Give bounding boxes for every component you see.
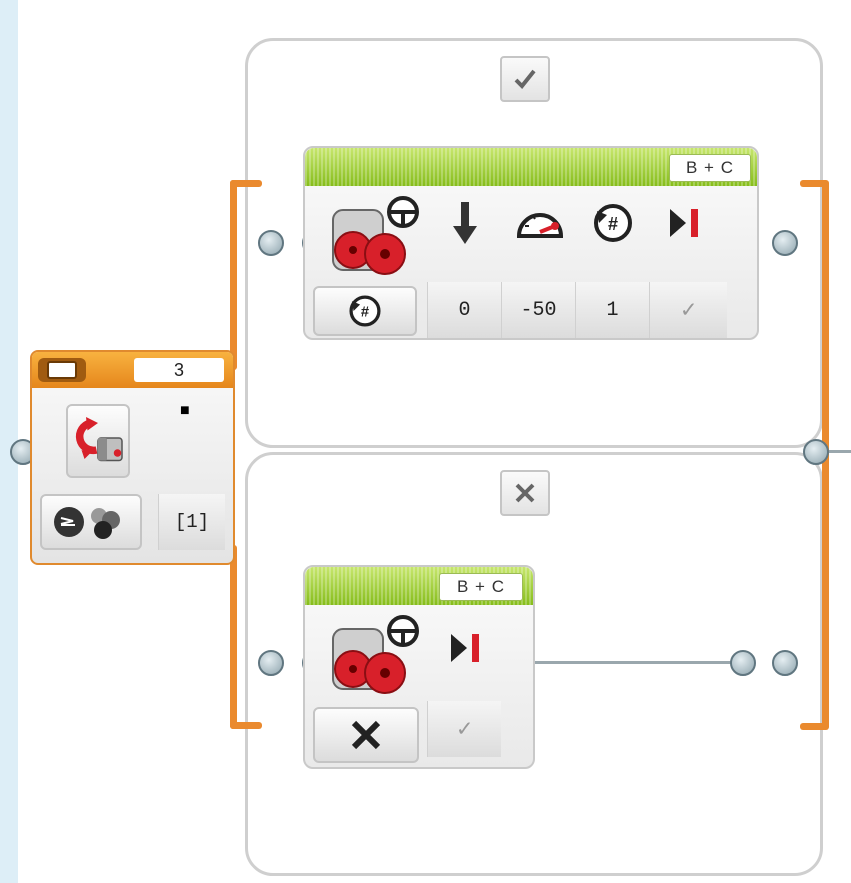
cross-icon xyxy=(515,483,535,503)
sequence-connector[interactable] xyxy=(258,230,284,256)
sequence-wire xyxy=(829,450,851,453)
switch-bracket-right-bottom-cap xyxy=(800,723,828,730)
port-selector[interactable]: B + C xyxy=(669,154,751,182)
speed-input[interactable] xyxy=(505,198,575,248)
port-value[interactable]: [1] xyxy=(158,494,225,550)
port-selector[interactable]: B + C xyxy=(439,573,523,601)
sequence-connector[interactable] xyxy=(772,230,798,256)
steering-value[interactable]: 0 xyxy=(427,282,501,338)
svg-text:#: # xyxy=(361,305,369,321)
switch-sensor-mode-button[interactable] xyxy=(66,404,130,478)
case-count-field[interactable]: 3 xyxy=(134,358,224,382)
case-tab-true[interactable] xyxy=(500,56,550,102)
switch-bracket-left-bottom-cap xyxy=(230,722,262,729)
case-tab-false[interactable] xyxy=(500,470,550,516)
motor-icon xyxy=(323,611,423,701)
brake-input[interactable] xyxy=(655,198,715,248)
rotations-value[interactable]: 1 xyxy=(575,282,649,338)
color-sensor-switch-icon xyxy=(75,417,123,462)
output-marker: ■ xyxy=(180,402,190,419)
switch-bracket-left-top-cap xyxy=(230,180,262,187)
steering-input[interactable] xyxy=(435,198,495,248)
sequence-connector[interactable] xyxy=(772,650,798,676)
compare-mode-button[interactable] xyxy=(40,494,142,550)
speed-value[interactable]: -50 xyxy=(501,282,575,338)
param-row: 0 -50 1 ✓ xyxy=(427,282,727,338)
switch-block[interactable]: 3 ■ [1] xyxy=(30,350,235,565)
switch-view-icon[interactable] xyxy=(38,358,86,382)
sequence-connector[interactable] xyxy=(730,650,756,676)
motor-icon xyxy=(323,192,423,282)
motor-mode-button[interactable] xyxy=(313,707,419,763)
rotations-icon: # xyxy=(594,204,632,242)
brake-icon xyxy=(670,209,698,237)
move-tank-block-false[interactable]: B + C ✓ xyxy=(303,565,535,769)
brake-value[interactable]: ✓ xyxy=(649,282,727,338)
brake-input[interactable] xyxy=(431,623,501,673)
switch-bracket-left-bottom xyxy=(230,545,237,729)
brake-icon xyxy=(451,634,479,662)
switch-bracket-right-top-cap xyxy=(800,180,828,187)
large-motors-icon xyxy=(332,615,419,694)
sequence-wire xyxy=(532,661,732,664)
rotations-icon: # xyxy=(349,295,381,327)
large-motors-icon xyxy=(332,196,419,275)
brake-value[interactable]: ✓ xyxy=(427,701,501,757)
sequence-connector[interactable] xyxy=(258,650,284,676)
motor-mode-button[interactable]: # xyxy=(313,286,417,336)
color-compare-icon xyxy=(54,507,120,539)
move-tank-block-true[interactable]: B + C # # 0 -50 1 ✓ xyxy=(303,146,759,340)
steering-arrow-icon xyxy=(453,202,477,244)
switch-bracket-left-top xyxy=(230,180,237,370)
speed-gauge-icon xyxy=(516,213,564,238)
rotations-input[interactable]: # xyxy=(581,198,645,248)
checkmark-icon xyxy=(514,69,536,89)
off-cross-icon xyxy=(351,720,381,750)
switch-exit-connector[interactable] xyxy=(803,439,829,465)
svg-text:#: # xyxy=(608,214,618,234)
